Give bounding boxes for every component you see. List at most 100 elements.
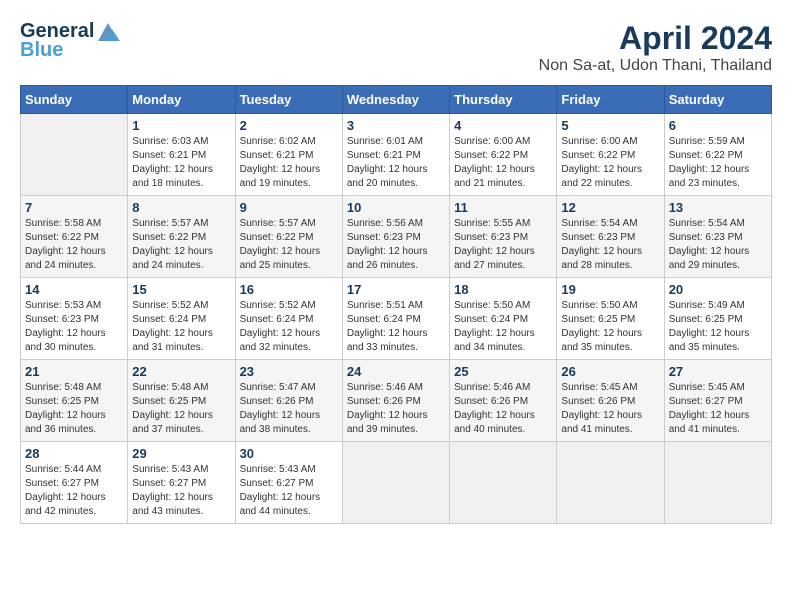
header-tuesday: Tuesday [235, 86, 342, 114]
calendar-cell: 10Sunrise: 5:56 AMSunset: 6:23 PMDayligh… [342, 196, 449, 278]
calendar-cell: 4 Sunrise: 6:00 AMSunset: 6:22 PMDaylight… [450, 114, 557, 196]
calendar-cell: 2 Sunrise: 6:02 AMSunset: 6:21 PMDaylight… [235, 114, 342, 196]
week-row-4: 21 Sunrise: 5:48 AMSunset: 6:25 PMDayligh… [21, 360, 772, 442]
calendar-cell [557, 442, 664, 524]
day-info: Sunrise: 6:01 AMSunset: 6:21 PMDaylight:… [347, 135, 445, 191]
day-number: 23 [240, 364, 338, 379]
logo-text: General Blue [20, 20, 122, 62]
week-row-5: 28 Sunrise: 5:44 AMSunset: 6:27 PMDayligh… [21, 442, 772, 524]
week-row-3: 14 Sunrise: 5:53 AMSunset: 6:23 PMDayligh… [21, 278, 772, 360]
calendar-cell: 6Sunrise: 5:59 AMSunset: 6:22 PMDaylight… [664, 114, 771, 196]
day-info: Sunrise: 5:45 AMSunset: 6:27 PMDaylight:… [669, 381, 767, 437]
day-info: Sunrise: 5:44 AMSunset: 6:27 PMDaylight:… [25, 463, 123, 519]
calendar-cell: 13 Sunrise: 5:54 AMSunset: 6:23 PMDayligh… [664, 196, 771, 278]
day-info: Sunrise: 5:52 AMSunset: 6:24 PMDaylight:… [240, 299, 338, 355]
calendar-cell: 7Sunrise: 5:58 AMSunset: 6:22 PMDaylight… [21, 196, 128, 278]
calendar-cell: 1Sunrise: 6:03 AMSunset: 6:21 PMDaylight… [128, 114, 235, 196]
day-number: 11 [454, 200, 552, 215]
day-info: Sunrise: 5:57 AMSunset: 6:22 PMDaylight:… [240, 217, 338, 273]
day-info: Sunrise: 5:54 AMSunset: 6:23 PMDaylight:… [669, 217, 767, 273]
day-number: 19 [561, 282, 659, 297]
calendar-cell: 24Sunrise: 5:46 AMSunset: 6:26 PMDayligh… [342, 360, 449, 442]
calendar-cell: 19 Sunrise: 5:50 AMSunset: 6:25 PMDayligh… [557, 278, 664, 360]
logo: General Blue [20, 20, 122, 62]
day-info: Sunrise: 6:00 AMSunset: 6:22 PMDaylight:… [454, 135, 552, 191]
day-number: 8 [132, 200, 230, 215]
calendar-cell: 28 Sunrise: 5:44 AMSunset: 6:27 PMDayligh… [21, 442, 128, 524]
day-number: 21 [25, 364, 123, 379]
day-info: Sunrise: 5:59 AMSunset: 6:22 PMDaylight:… [669, 135, 767, 191]
day-info: Sunrise: 5:55 AMSunset: 6:23 PMDaylight:… [454, 217, 552, 273]
calendar-cell: 20 Sunrise: 5:49 AMSunset: 6:25 PMDayligh… [664, 278, 771, 360]
day-info: Sunrise: 5:56 AMSunset: 6:23 PMDaylight:… [347, 217, 445, 273]
logo-icon [94, 21, 122, 43]
day-info: Sunrise: 5:58 AMSunset: 6:22 PMDaylight:… [25, 217, 123, 273]
day-number: 12 [561, 200, 659, 215]
header-wednesday: Wednesday [342, 86, 449, 114]
calendar-cell [21, 114, 128, 196]
calendar-cell [450, 442, 557, 524]
day-info: Sunrise: 5:46 AMSunset: 6:26 PMDaylight:… [454, 381, 552, 437]
day-number: 22 [132, 364, 230, 379]
day-info: Sunrise: 5:49 AMSunset: 6:25 PMDaylight:… [669, 299, 767, 355]
calendar-title: April 2024 [539, 20, 772, 57]
calendar-cell: 27 Sunrise: 5:45 AMSunset: 6:27 PMDayligh… [664, 360, 771, 442]
day-number: 2 [240, 118, 338, 133]
calendar-body: 1Sunrise: 6:03 AMSunset: 6:21 PMDaylight… [21, 114, 772, 524]
calendar-table: SundayMondayTuesdayWednesdayThursdayFrid… [20, 85, 772, 524]
day-info: Sunrise: 5:43 AMSunset: 6:27 PMDaylight:… [240, 463, 338, 519]
week-row-2: 7Sunrise: 5:58 AMSunset: 6:22 PMDaylight… [21, 196, 772, 278]
day-info: Sunrise: 5:53 AMSunset: 6:23 PMDaylight:… [25, 299, 123, 355]
title-block: April 2024 Non Sa-at, Udon Thani, Thaila… [539, 20, 772, 75]
calendar-cell: 16 Sunrise: 5:52 AMSunset: 6:24 PMDayligh… [235, 278, 342, 360]
day-info: Sunrise: 5:43 AMSunset: 6:27 PMDaylight:… [132, 463, 230, 519]
day-info: Sunrise: 6:02 AMSunset: 6:21 PMDaylight:… [240, 135, 338, 191]
calendar-cell: 14 Sunrise: 5:53 AMSunset: 6:23 PMDayligh… [21, 278, 128, 360]
calendar-cell: 11 Sunrise: 5:55 AMSunset: 6:23 PMDayligh… [450, 196, 557, 278]
day-info: Sunrise: 5:48 AMSunset: 6:25 PMDaylight:… [25, 381, 123, 437]
calendar-cell: 21 Sunrise: 5:48 AMSunset: 6:25 PMDayligh… [21, 360, 128, 442]
day-number: 14 [25, 282, 123, 297]
header-monday: Monday [128, 86, 235, 114]
day-number: 20 [669, 282, 767, 297]
day-info: Sunrise: 5:47 AMSunset: 6:26 PMDaylight:… [240, 381, 338, 437]
day-number: 15 [132, 282, 230, 297]
calendar-cell [342, 442, 449, 524]
day-info: Sunrise: 5:57 AMSunset: 6:22 PMDaylight:… [132, 217, 230, 273]
day-info: Sunrise: 5:50 AMSunset: 6:24 PMDaylight:… [454, 299, 552, 355]
calendar-header: SundayMondayTuesdayWednesdayThursdayFrid… [21, 86, 772, 114]
day-number: 4 [454, 118, 552, 133]
day-info: Sunrise: 5:54 AMSunset: 6:23 PMDaylight:… [561, 217, 659, 273]
day-info: Sunrise: 5:52 AMSunset: 6:24 PMDaylight:… [132, 299, 230, 355]
day-info: Sunrise: 5:45 AMSunset: 6:26 PMDaylight:… [561, 381, 659, 437]
header-sunday: Sunday [21, 86, 128, 114]
day-number: 30 [240, 446, 338, 461]
day-number: 17 [347, 282, 445, 297]
day-number: 16 [240, 282, 338, 297]
calendar-cell: 15 Sunrise: 5:52 AMSunset: 6:24 PMDayligh… [128, 278, 235, 360]
day-number: 18 [454, 282, 552, 297]
calendar-cell: 12 Sunrise: 5:54 AMSunset: 6:23 PMDayligh… [557, 196, 664, 278]
day-number: 9 [240, 200, 338, 215]
day-number: 27 [669, 364, 767, 379]
calendar-cell: 26Sunrise: 5:45 AMSunset: 6:26 PMDayligh… [557, 360, 664, 442]
calendar-cell: 17Sunrise: 5:51 AMSunset: 6:24 PMDayligh… [342, 278, 449, 360]
day-info: Sunrise: 5:48 AMSunset: 6:25 PMDaylight:… [132, 381, 230, 437]
calendar-cell [664, 442, 771, 524]
calendar-cell: 30 Sunrise: 5:43 AMSunset: 6:27 PMDayligh… [235, 442, 342, 524]
day-number: 13 [669, 200, 767, 215]
day-number: 28 [25, 446, 123, 461]
calendar-cell: 29Sunrise: 5:43 AMSunset: 6:27 PMDayligh… [128, 442, 235, 524]
day-number: 5 [561, 118, 659, 133]
page-header: General Blue April 2024 Non Sa-at, Udon … [20, 20, 772, 75]
calendar-cell: 5 Sunrise: 6:00 AMSunset: 6:22 PMDaylight… [557, 114, 664, 196]
calendar-cell: 3Sunrise: 6:01 AMSunset: 6:21 PMDaylight… [342, 114, 449, 196]
day-info: Sunrise: 5:46 AMSunset: 6:26 PMDaylight:… [347, 381, 445, 437]
header-thursday: Thursday [450, 86, 557, 114]
day-number: 1 [132, 118, 230, 133]
calendar-cell: 8 Sunrise: 5:57 AMSunset: 6:22 PMDaylight… [128, 196, 235, 278]
day-info: Sunrise: 5:50 AMSunset: 6:25 PMDaylight:… [561, 299, 659, 355]
week-row-1: 1Sunrise: 6:03 AMSunset: 6:21 PMDaylight… [21, 114, 772, 196]
header-friday: Friday [557, 86, 664, 114]
day-info: Sunrise: 6:00 AMSunset: 6:22 PMDaylight:… [561, 135, 659, 191]
